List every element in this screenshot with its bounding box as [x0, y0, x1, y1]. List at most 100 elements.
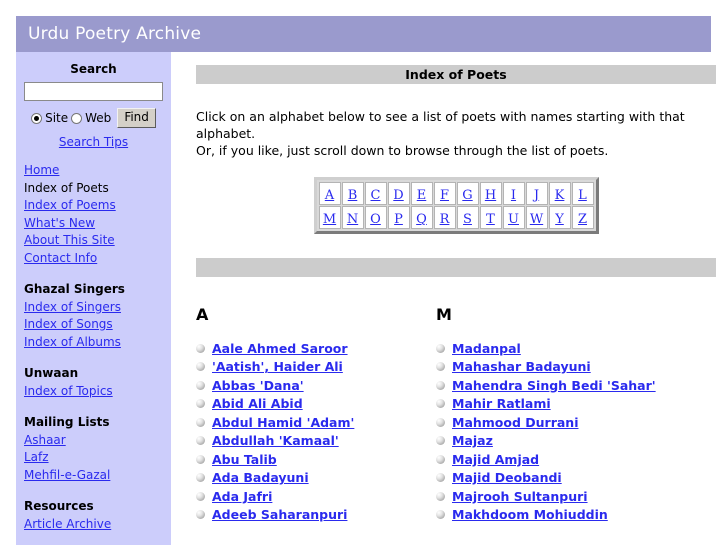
- alphabet-cell[interactable]: O: [364, 206, 387, 229]
- list-item[interactable]: Mahir Ratlami: [436, 395, 674, 414]
- alphabet-link-l[interactable]: L: [578, 188, 587, 203]
- alphabet-cell[interactable]: H: [479, 182, 502, 205]
- poet-link[interactable]: Abid Ali Abid: [212, 396, 303, 411]
- alphabet-link-d[interactable]: D: [393, 188, 403, 203]
- alphabet-link-g[interactable]: G: [462, 188, 472, 203]
- alphabet-link-i[interactable]: I: [511, 188, 516, 203]
- sidebar-item-link[interactable]: Index of Singers: [24, 300, 121, 314]
- alphabet-cell[interactable]: K: [548, 182, 571, 205]
- alphabet-link-p[interactable]: P: [394, 212, 403, 227]
- sidebar-item-link[interactable]: Index of Songs: [24, 317, 113, 331]
- alphabet-cell[interactable]: A: [318, 182, 341, 205]
- sidebar-nav-item[interactable]: Index of Topics: [24, 383, 163, 401]
- alphabet-cell[interactable]: P: [387, 206, 410, 229]
- poet-link[interactable]: Abbas 'Dana': [212, 378, 304, 393]
- sidebar-nav-item[interactable]: What's New: [24, 215, 163, 233]
- poet-link[interactable]: Majid Amjad: [452, 452, 539, 467]
- list-item[interactable]: Majrooh Sultanpuri: [436, 487, 674, 506]
- poet-link[interactable]: Majrooh Sultanpuri: [452, 489, 588, 504]
- poet-link[interactable]: Abdullah 'Kamaal': [212, 433, 339, 448]
- sidebar-nav-item[interactable]: Ashaar: [24, 432, 163, 450]
- alphabet-link-u[interactable]: U: [508, 212, 519, 227]
- poet-link[interactable]: 'Aatish', Haider Ali: [212, 359, 343, 374]
- list-item[interactable]: Ada Jafri: [196, 487, 434, 506]
- alphabet-cell[interactable]: E: [410, 182, 433, 205]
- alphabet-link-e[interactable]: E: [417, 188, 427, 203]
- alphabet-cell[interactable]: L: [571, 182, 594, 205]
- poet-link[interactable]: Madanpal: [452, 341, 521, 356]
- sidebar-nav-item[interactable]: Index of Albums: [24, 334, 163, 352]
- alphabet-link-z[interactable]: Z: [578, 212, 587, 227]
- poet-link[interactable]: Mahmood Durrani: [452, 415, 579, 430]
- sidebar-item-link[interactable]: Home: [24, 163, 59, 177]
- alphabet-link-h[interactable]: H: [485, 188, 496, 203]
- alphabet-cell[interactable]: W: [525, 206, 548, 229]
- search-input[interactable]: [24, 82, 163, 101]
- alphabet-link-m[interactable]: M: [323, 212, 336, 227]
- sidebar-nav-item[interactable]: Home: [24, 162, 163, 180]
- poet-link[interactable]: Majaz: [452, 433, 493, 448]
- alphabet-cell[interactable]: U: [502, 206, 525, 229]
- sidebar-item-link[interactable]: What's New: [24, 216, 95, 230]
- sidebar-nav-item[interactable]: Index of Singers: [24, 299, 163, 317]
- sidebar-nav-item[interactable]: Article Archive: [24, 516, 163, 534]
- alphabet-cell[interactable]: J: [525, 182, 548, 205]
- sidebar-nav-item[interactable]: About This Site: [24, 232, 163, 250]
- alphabet-cell[interactable]: Y: [548, 206, 571, 229]
- list-item[interactable]: Mahashar Badayuni: [436, 358, 674, 377]
- alphabet-link-k[interactable]: K: [555, 188, 565, 203]
- poet-link[interactable]: Abdul Hamid 'Adam': [212, 415, 354, 430]
- sidebar-item-link[interactable]: Index of Topics: [24, 384, 113, 398]
- poet-link[interactable]: Mahir Ratlami: [452, 396, 551, 411]
- alphabet-link-o[interactable]: O: [370, 212, 381, 227]
- alphabet-cell[interactable]: B: [341, 182, 364, 205]
- sidebar-nav-item[interactable]: Index of Songs: [24, 316, 163, 334]
- radio-site-icon[interactable]: [31, 112, 43, 124]
- list-item[interactable]: Abu Talib: [196, 450, 434, 469]
- list-item[interactable]: Mahmood Durrani: [436, 413, 674, 432]
- list-item[interactable]: Abbas 'Dana': [196, 376, 434, 395]
- sidebar-nav-item[interactable]: Mehfil-e-Gazal: [24, 467, 163, 485]
- list-item[interactable]: Abdul Hamid 'Adam': [196, 413, 434, 432]
- alphabet-link-t[interactable]: T: [486, 212, 495, 227]
- alphabet-link-y[interactable]: Y: [555, 212, 564, 227]
- alphabet-cell[interactable]: T: [479, 206, 502, 229]
- list-item[interactable]: Madanpal: [436, 339, 674, 358]
- alphabet-cell[interactable]: F: [433, 182, 456, 205]
- alphabet-cell[interactable]: I: [502, 182, 525, 205]
- find-button[interactable]: Find: [117, 108, 156, 129]
- radio-web-icon[interactable]: [71, 112, 83, 124]
- list-item[interactable]: Majaz: [436, 432, 674, 451]
- alphabet-link-b[interactable]: B: [348, 188, 358, 203]
- poet-link[interactable]: Aale Ahmed Saroor: [212, 341, 348, 356]
- sidebar-item-link[interactable]: Lafz: [24, 450, 49, 464]
- poet-link[interactable]: Majid Deobandi: [452, 470, 562, 485]
- list-item[interactable]: Mahendra Singh Bedi 'Sahar': [436, 376, 674, 395]
- alphabet-link-s[interactable]: S: [463, 212, 472, 227]
- poet-link[interactable]: Mahashar Badayuni: [452, 359, 591, 374]
- alphabet-cell[interactable]: R: [433, 206, 456, 229]
- poet-link[interactable]: Ada Badayuni: [212, 470, 309, 485]
- poet-link[interactable]: Makhdoom Mohiuddin: [452, 507, 608, 522]
- poet-link[interactable]: Ada Jafri: [212, 489, 272, 504]
- list-item[interactable]: Makhdoom Mohiuddin: [436, 506, 674, 525]
- sidebar-item-link[interactable]: Ashaar: [24, 433, 66, 447]
- list-item[interactable]: Abdullah 'Kamaal': [196, 432, 434, 451]
- search-scope-site[interactable]: Site: [31, 111, 68, 125]
- list-item[interactable]: Ada Badayuni: [196, 469, 434, 488]
- list-item[interactable]: Adeeb Saharanpuri: [196, 506, 434, 525]
- alphabet-link-r[interactable]: R: [440, 212, 450, 227]
- sidebar-item-link[interactable]: Index of Poems: [24, 198, 116, 212]
- sidebar-item-link[interactable]: Contact Info: [24, 251, 97, 265]
- alphabet-link-c[interactable]: C: [371, 188, 381, 203]
- sidebar-nav-item[interactable]: Index of Poems: [24, 197, 163, 215]
- poet-link[interactable]: Abu Talib: [212, 452, 277, 467]
- sidebar-item-link[interactable]: Article Archive: [24, 517, 111, 531]
- alphabet-link-q[interactable]: Q: [416, 212, 427, 227]
- sidebar-nav-item[interactable]: Lafz: [24, 449, 163, 467]
- alphabet-link-n[interactable]: N: [347, 212, 358, 227]
- poet-link[interactable]: Adeeb Saharanpuri: [212, 507, 347, 522]
- sidebar-item-link[interactable]: Index of Albums: [24, 335, 121, 349]
- alphabet-cell[interactable]: G: [456, 182, 479, 205]
- alphabet-cell[interactable]: C: [364, 182, 387, 205]
